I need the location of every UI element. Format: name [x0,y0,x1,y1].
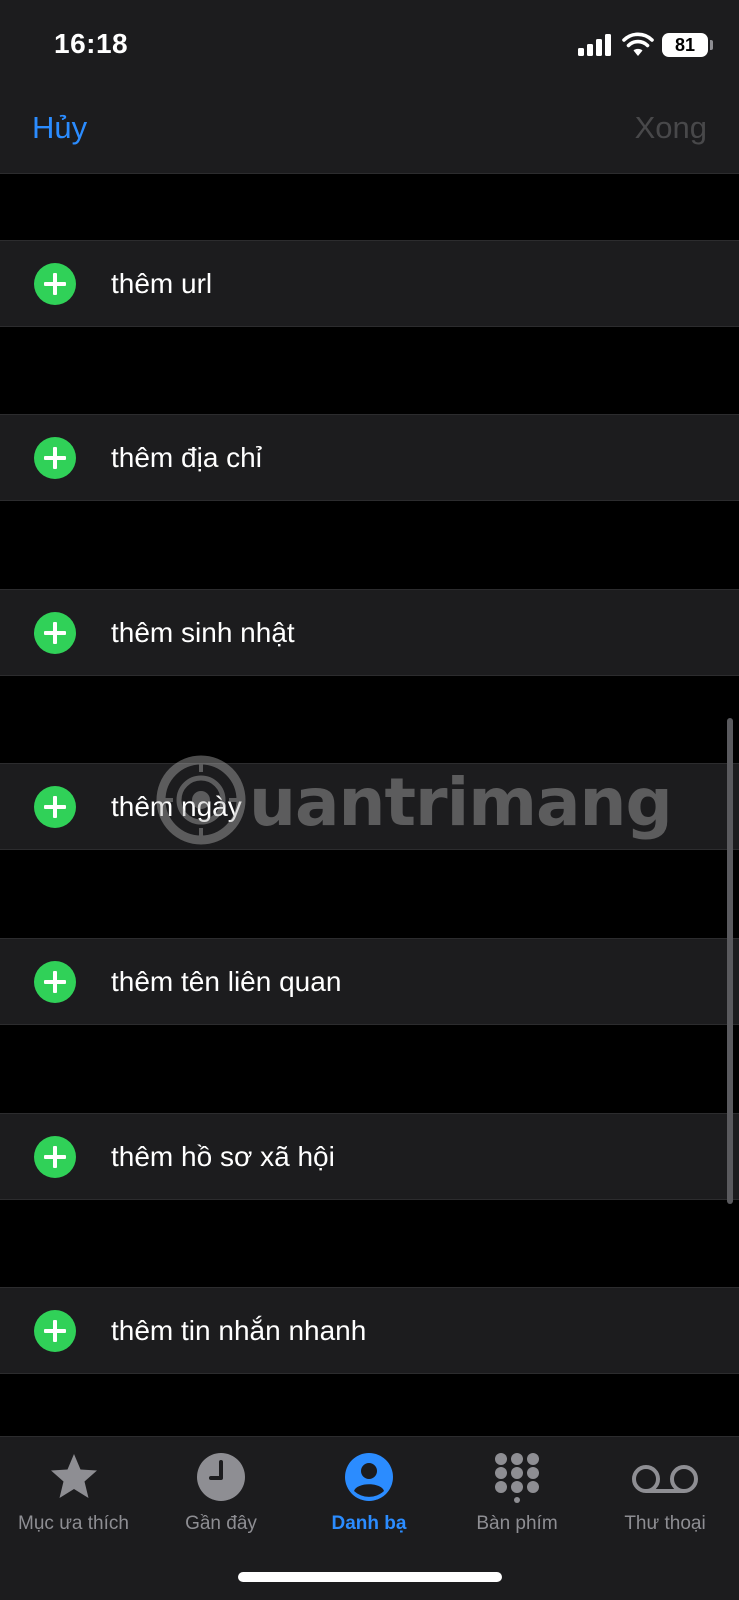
add-instant-message-row[interactable]: thêm tin nhắn nhanh [0,1287,739,1374]
nav-bar: Hủy Xong [0,92,739,174]
home-indicator[interactable] [238,1572,502,1582]
row-label: thêm địa chỉ [111,442,262,473]
tab-voicemail[interactable]: Thư thoại [591,1451,739,1541]
tab-contacts[interactable]: Danh bạ [295,1451,443,1541]
status-bar: 16:18 81 [0,0,739,92]
clock-icon [197,1453,245,1501]
tab-label: Thư thoại [624,1513,706,1534]
add-address-row[interactable]: thêm địa chỉ [0,414,739,501]
tab-recents[interactable]: Gần đây [147,1451,295,1541]
add-social-profile-row[interactable]: thêm hồ sơ xã hội [0,1113,739,1200]
battery-icon: 81 [662,33,708,57]
status-time: 16:18 [54,28,129,59]
row-label: thêm url [111,268,213,299]
wifi-icon [622,32,654,56]
tab-favorites[interactable]: Mục ưa thích [0,1451,147,1541]
tab-keypad[interactable]: Bàn phím [443,1451,591,1541]
battery-tip [710,40,713,50]
cancel-button[interactable]: Hủy [32,110,87,146]
add-circle-icon[interactable] [34,437,76,479]
contact-icon [345,1453,393,1501]
add-circle-icon[interactable] [34,961,76,1003]
watermark-text: uantrimang [249,764,673,841]
scroll-indicator[interactable] [727,718,733,1204]
add-circle-icon[interactable] [34,1136,76,1178]
voicemail-icon [632,1465,698,1493]
add-url-row[interactable]: thêm url [0,240,739,327]
tab-label: Danh bạ [331,1513,407,1534]
row-label: thêm hồ sơ xã hội [111,1141,335,1172]
cellular-signal-icon [578,34,614,56]
done-button[interactable]: Xong [635,110,707,146]
keypad-icon [495,1453,539,1503]
row-label: thêm sinh nhật [111,617,295,648]
star-icon [50,1454,97,1498]
watermark-logo-icon [156,755,246,845]
watermark: uantrimang [155,752,673,852]
row-label: thêm tin nhắn nhanh [111,1315,367,1346]
row-label: thêm tên liên quan [111,966,342,997]
tab-label: Bàn phím [476,1513,558,1534]
add-circle-icon[interactable] [34,263,76,305]
add-circle-icon[interactable] [34,786,76,828]
tab-label: Mục ưa thích [18,1513,129,1534]
add-birthday-row[interactable]: thêm sinh nhật [0,589,739,676]
tab-label: Gần đây [185,1513,257,1534]
add-circle-icon[interactable] [34,612,76,654]
add-related-name-row[interactable]: thêm tên liên quan [0,938,739,1025]
add-circle-icon[interactable] [34,1310,76,1352]
